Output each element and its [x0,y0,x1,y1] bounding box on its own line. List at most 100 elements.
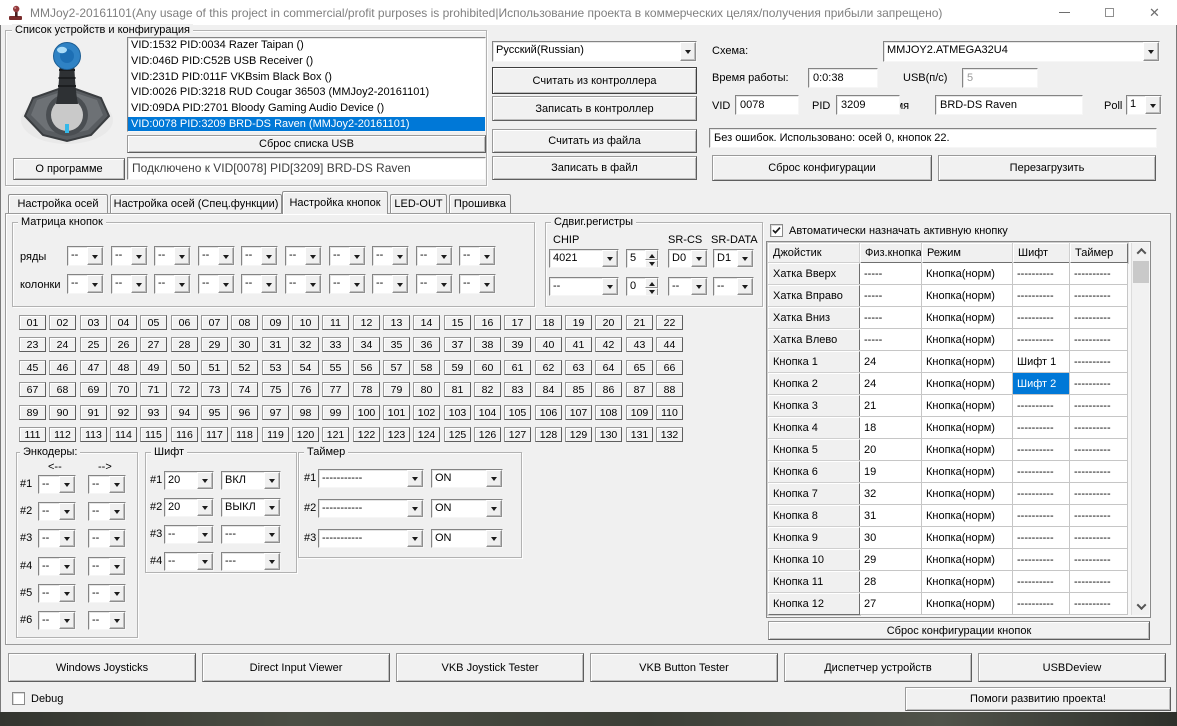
matrix-button-05[interactable]: 05 [140,315,167,330]
matrix-button-126[interactable]: 126 [474,427,501,442]
matrix-button-32[interactable]: 32 [292,337,319,352]
reset-buttons-config-button[interactable]: Сброс конфигурации кнопок [768,621,1150,640]
matrix-button-14[interactable]: 14 [413,315,440,330]
uptime-field[interactable]: 0:0:38 [808,68,878,88]
matrix-button-119[interactable]: 119 [262,427,289,442]
table-cell[interactable]: ---------- [1013,527,1070,549]
table-row-header[interactable]: Кнопка 12 [768,593,860,615]
table-row-header[interactable]: Кнопка 9 [768,527,860,549]
matrix-button-29[interactable]: 29 [201,337,228,352]
matrix-column-combo[interactable]: -- [241,274,278,294]
matrix-button-87[interactable]: 87 [626,382,653,397]
scheme-combo[interactable]: MMJOY2.ATMEGA32U4 [883,41,1160,62]
matrix-button-104[interactable]: 104 [474,405,501,420]
dropdown-arrow-icon[interactable] [264,499,280,516]
table-cell[interactable]: Кнопка(норм) [922,285,1013,307]
dropdown-arrow-icon[interactable] [59,585,75,602]
table-cell[interactable]: ---------- [1013,505,1070,527]
matrix-button-90[interactable]: 90 [49,405,76,420]
matrix-button-66[interactable]: 66 [656,360,683,375]
table-cell[interactable]: ---------- [1070,351,1128,373]
dropdown-arrow-icon[interactable] [87,247,103,265]
matrix-button-72[interactable]: 72 [171,382,198,397]
matrix-button-26[interactable]: 26 [110,337,137,352]
matrix-button-08[interactable]: 08 [231,315,258,330]
matrix-button-58[interactable]: 58 [413,360,440,375]
table-cell[interactable]: ---------- [1070,461,1128,483]
matrix-button-91[interactable]: 91 [80,405,107,420]
matrix-button-96[interactable]: 96 [231,405,258,420]
table-cell[interactable]: ---------- [1013,549,1070,571]
table-cell[interactable]: ---------- [1070,527,1128,549]
table-cell[interactable]: ---------- [1013,285,1070,307]
table-row-header[interactable]: Кнопка 5 [768,439,860,461]
maximize-button[interactable] [1087,0,1132,25]
matrix-column-combo[interactable]: -- [111,274,148,294]
matrix-button-97[interactable]: 97 [262,405,289,420]
matrix-button-89[interactable]: 89 [19,405,46,420]
write-to-file-button[interactable]: Записать в файл [492,156,697,180]
device-list-item[interactable]: VID:0026 PID:3218 RUD Cougar 36503 (MMJo… [128,85,485,101]
matrix-button-79[interactable]: 79 [383,382,410,397]
matrix-button-19[interactable]: 19 [565,315,592,330]
table-cell[interactable]: ---------- [1070,395,1128,417]
matrix-column-combo[interactable]: -- [459,274,496,294]
dropdown-arrow-icon[interactable] [436,275,452,293]
dropdown-arrow-icon[interactable] [109,476,125,493]
matrix-row-combo[interactable]: -- [329,246,366,266]
matrix-button-18[interactable]: 18 [535,315,562,330]
tool-button-3[interactable]: VKB Joystick Tester [396,653,584,682]
table-cell[interactable]: ----- [860,329,922,351]
matrix-button-128[interactable]: 128 [535,427,562,442]
table-cell[interactable]: Кнопка(норм) [922,593,1013,615]
dropdown-arrow-icon[interactable] [59,612,75,629]
dropdown-arrow-icon[interactable] [349,247,365,265]
dropdown-arrow-icon[interactable] [407,470,423,487]
matrix-button-43[interactable]: 43 [626,337,653,352]
matrix-button-36[interactable]: 36 [413,337,440,352]
tool-button-6[interactable]: USBDeview [978,653,1166,682]
debug-checkbox[interactable] [12,692,25,705]
tab-5[interactable]: Прошивка [449,194,511,213]
table-cell[interactable]: ----- [860,285,922,307]
matrix-button-68[interactable]: 68 [49,382,76,397]
tool-button-5[interactable]: Диспетчер устройств [784,653,972,682]
table-row-header[interactable]: Хатка Вниз [768,307,860,329]
matrix-row-combo[interactable]: -- [154,246,191,266]
table-row-header[interactable]: Хатка Вверх [768,263,860,285]
dropdown-arrow-icon[interactable] [436,247,452,265]
matrix-button-123[interactable]: 123 [383,427,410,442]
matrix-button-81[interactable]: 81 [444,382,471,397]
matrix-button-88[interactable]: 88 [656,382,683,397]
dropdown-arrow-icon[interactable] [680,42,696,61]
dropdown-arrow-icon[interactable] [218,247,234,265]
dropdown-arrow-icon[interactable] [131,247,147,265]
matrix-button-27[interactable]: 27 [140,337,167,352]
sr-chip-combo[interactable]: -- [549,277,619,296]
table-cell[interactable]: Кнопка(норм) [922,483,1013,505]
matrix-button-122[interactable]: 122 [353,427,380,442]
matrix-button-55[interactable]: 55 [322,360,349,375]
tab-4[interactable]: LED-OUT [390,194,447,213]
shift-mode-combo[interactable]: ВКЛ [221,471,281,490]
matrix-button-109[interactable]: 109 [626,405,653,420]
table-row-header[interactable]: Кнопка 2 [768,373,860,395]
matrix-button-52[interactable]: 52 [231,360,258,375]
matrix-button-112[interactable]: 112 [49,427,76,442]
dropdown-arrow-icon[interactable] [174,275,190,293]
matrix-row-combo[interactable]: -- [459,246,496,266]
matrix-column-combo[interactable]: -- [198,274,235,294]
matrix-button-37[interactable]: 37 [444,337,471,352]
matrix-button-73[interactable]: 73 [201,382,228,397]
dropdown-arrow-icon[interactable] [261,247,277,265]
matrix-button-117[interactable]: 117 [201,427,228,442]
matrix-button-82[interactable]: 82 [474,382,501,397]
table-cell[interactable]: ---------- [1013,395,1070,417]
encoder-right-combo[interactable]: -- [88,557,126,576]
dropdown-arrow-icon[interactable] [349,275,365,293]
matrix-button-110[interactable]: 110 [656,405,683,420]
table-cell[interactable]: ---------- [1013,307,1070,329]
matrix-button-63[interactable]: 63 [565,360,592,375]
matrix-button-78[interactable]: 78 [353,382,380,397]
table-cell[interactable]: Кнопка(норм) [922,373,1013,395]
